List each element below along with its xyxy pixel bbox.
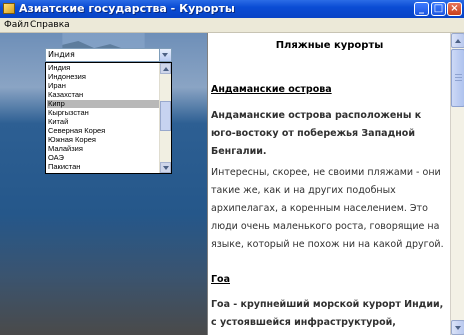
maximize-button[interactable]: □ [431,2,446,16]
section-title: Андаманские острова [211,84,332,95]
section-paragraph: Андаманские острова расположены к юго-во… [211,110,422,157]
page-title: Пляжные курорты [275,40,384,51]
scroll-up-button[interactable] [160,63,171,74]
grip-line [455,80,462,81]
app-icon [3,3,15,14]
list-item[interactable]: Пакистан [47,163,161,171]
grip-line [455,77,462,78]
menu-bar: Файл Справка [0,18,464,33]
chevron-down-icon [455,326,461,330]
window-title: Азиатские государства - Курорты [19,2,235,15]
list-item[interactable]: Северная Корея [47,127,161,135]
list-item[interactable]: Южная Корея [47,136,161,144]
content-scrollbar[interactable] [450,33,464,335]
close-button[interactable]: × [447,2,462,16]
list-item[interactable]: Индия [47,64,161,72]
chevron-down-icon [162,53,168,57]
minimize-button[interactable]: _ [414,2,429,16]
list-item[interactable]: Малайзия [47,145,161,153]
dropdown-toggle[interactable] [159,49,171,61]
listbox-scrollbar[interactable] [159,63,171,173]
list-item[interactable]: Иран [47,82,161,90]
title-bar[interactable]: Азиатские государства - Курорты _ □ × [0,0,464,18]
section-paragraph: Гоа - крупнейший морской курорт Индии, с… [211,299,444,328]
menu-help[interactable]: Справка [30,18,70,32]
chevron-up-icon [455,39,461,43]
country-dropdown-value: Индия [48,50,75,59]
scroll-down-button[interactable] [451,320,464,335]
list-item[interactable]: Индонезия [47,73,161,81]
section-paragraph: Интересны, скорее, не своими пляжами - о… [211,167,444,250]
scroll-up-button[interactable] [451,33,464,48]
scrollbar-thumb[interactable] [160,101,171,131]
section-title: Гоа [211,274,230,285]
chevron-down-icon [163,166,169,170]
country-listbox[interactable]: Индия Индонезия Иран Казахстан Кипр Кырг… [45,62,172,174]
grip-line [455,74,462,75]
chevron-up-icon [163,67,169,71]
list-item-selected[interactable]: Кипр [47,100,161,108]
list-item[interactable]: Казахстан [47,91,161,99]
scroll-down-button[interactable] [160,162,171,173]
list-item[interactable]: ОАЭ [47,154,161,162]
list-item[interactable]: Китай [47,118,161,126]
list-item[interactable]: Кыргызстан [47,109,161,117]
resort-text-pane[interactable]: Пляжные курорты Андаманские острова Анда… [207,33,451,335]
country-dropdown[interactable]: Индия [45,48,172,62]
menu-file[interactable]: Файл [4,18,29,32]
scrollbar-thumb[interactable] [451,49,464,107]
